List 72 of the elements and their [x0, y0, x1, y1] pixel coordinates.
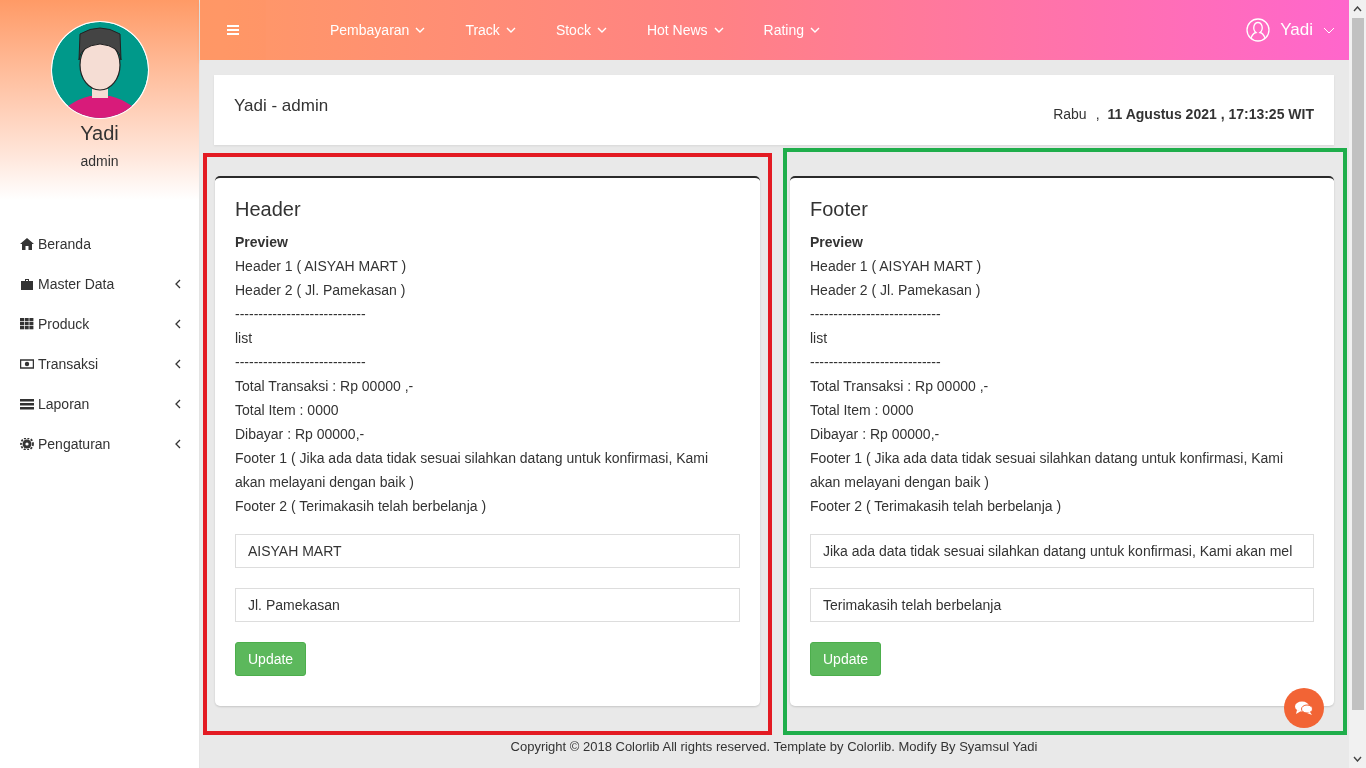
chevron-icon — [175, 359, 181, 369]
chevron-icon — [175, 399, 181, 409]
preview-title: Preview — [235, 233, 289, 252]
chevron-down-icon — [1323, 26, 1335, 34]
preview-line: Header 1 ( AISYAH MART ) — [810, 257, 983, 276]
preview-line: Footer 1 ( Jika ada data tidak sesuai silahkan datang untuk konfirmasi, Kami akan melayani dengan baik ) — [810, 449, 1285, 492]
chevron-icon — [175, 319, 181, 329]
chevron-icon — [175, 279, 181, 289]
sidebar-item[interactable]: Beranda — [0, 224, 199, 264]
avatar-icon — [49, 20, 150, 120]
preview-line: Header 1 ( AISYAH MART ) — [235, 257, 408, 276]
sidebar-label: Produck — [38, 316, 91, 332]
preview-line: list — [810, 329, 829, 348]
sidebar-label: Beranda — [38, 236, 92, 252]
sidebar-item[interactable]: Produck — [0, 304, 199, 344]
preview-line: Total Transaksi : Rp 00000 ,- — [810, 377, 990, 396]
page-title: Yadi - admin — [234, 96, 329, 117]
arrow-down-icon — [1353, 756, 1362, 762]
chevron-down-icon — [505, 27, 516, 33]
preview-line: ---------------------------- — [235, 353, 367, 372]
list-icon — [20, 398, 34, 410]
preview-line: ---------------------------- — [810, 305, 942, 324]
date-time-text: 11 Agustus 2021 , 17:13:25 WIT — [1107, 106, 1314, 124]
user-icon — [1246, 18, 1271, 42]
preview-line: Dibayar : Rp 00000,- — [235, 425, 366, 444]
chevron-icon — [175, 439, 181, 449]
sidebar-item[interactable]: Laporan — [0, 384, 199, 424]
sidebar-label: Transaksi — [38, 356, 100, 372]
sidebar-item[interactable]: Master Data — [0, 264, 199, 304]
preview-line: Total Transaksi : Rp 00000 ,- — [235, 377, 415, 396]
input-field[interactable]: Terimakasih telah berbelanja — [810, 588, 1314, 622]
preview-line: list — [235, 329, 254, 348]
chevron-down-icon — [415, 27, 426, 33]
menu-button[interactable] — [200, 0, 266, 60]
user-role: admin — [80, 153, 119, 169]
user-name: Yadi — [80, 122, 119, 145]
preview-line: Dibayar : Rp 00000,- — [810, 425, 941, 444]
day-text: Rabu — [1053, 106, 1087, 124]
preview-line: Total Item : 0000 — [810, 401, 915, 420]
briefcase-icon — [20, 278, 34, 290]
preview-line: Total Item : 0000 — [235, 401, 340, 420]
grid-icon — [20, 318, 34, 330]
chat-icon — [1295, 701, 1313, 715]
sidebar-label: Master Data — [38, 276, 116, 292]
scrollbar[interactable] — [1349, 0, 1366, 768]
sidebar-item[interactable]: Transaksi — [0, 344, 199, 384]
sidebar-label: Laporan — [38, 396, 91, 412]
input-field[interactable]: Jika ada data tidak sesuai silahkan datang untuk konfirmasi, Kami akan mel — [810, 534, 1314, 568]
banknote-icon — [20, 358, 34, 370]
preview-line: Footer 2 ( Terimakasih telah berbelanja ) — [810, 497, 1063, 516]
chevron-down-icon — [810, 27, 821, 33]
input-field[interactable]: Jl. Pamekasan — [235, 588, 740, 622]
preview-line: ---------------------------- — [810, 353, 942, 372]
chevron-down-icon — [713, 27, 724, 33]
chevron-down-icon — [596, 27, 607, 33]
sidebar-item[interactable]: Pengaturan — [0, 424, 199, 464]
home-icon — [20, 238, 34, 250]
separator-text: , — [1095, 106, 1100, 124]
gear-icon — [20, 438, 34, 450]
input-field[interactable]: AISYAH MART — [235, 534, 740, 568]
preview-line: Footer 1 ( Jika ada data tidak sesuai silahkan datang untuk konfirmasi, Kami akan melayani dengan baik ) — [235, 449, 710, 492]
copyright-text: Copyright © 2018 Colorlib All rights reserved. Template by Colorlib. Modify By Syamsul Yadi — [509, 739, 1039, 754]
arrow-up-icon — [1353, 6, 1362, 12]
preview-line: Header 2 ( Jl. Pamekasan ) — [235, 281, 407, 300]
preview-line: Footer 2 ( Terimakasih telah berbelanja ) — [235, 497, 488, 516]
card-title: Header — [235, 198, 302, 221]
sidebar-label: Pengaturan — [38, 436, 112, 452]
menu-icon — [227, 25, 239, 35]
card-title: Footer — [810, 198, 869, 221]
preview-title: Preview — [810, 233, 864, 252]
preview-line: ---------------------------- — [235, 305, 367, 324]
preview-line: Header 2 ( Jl. Pamekasan ) — [810, 281, 982, 300]
